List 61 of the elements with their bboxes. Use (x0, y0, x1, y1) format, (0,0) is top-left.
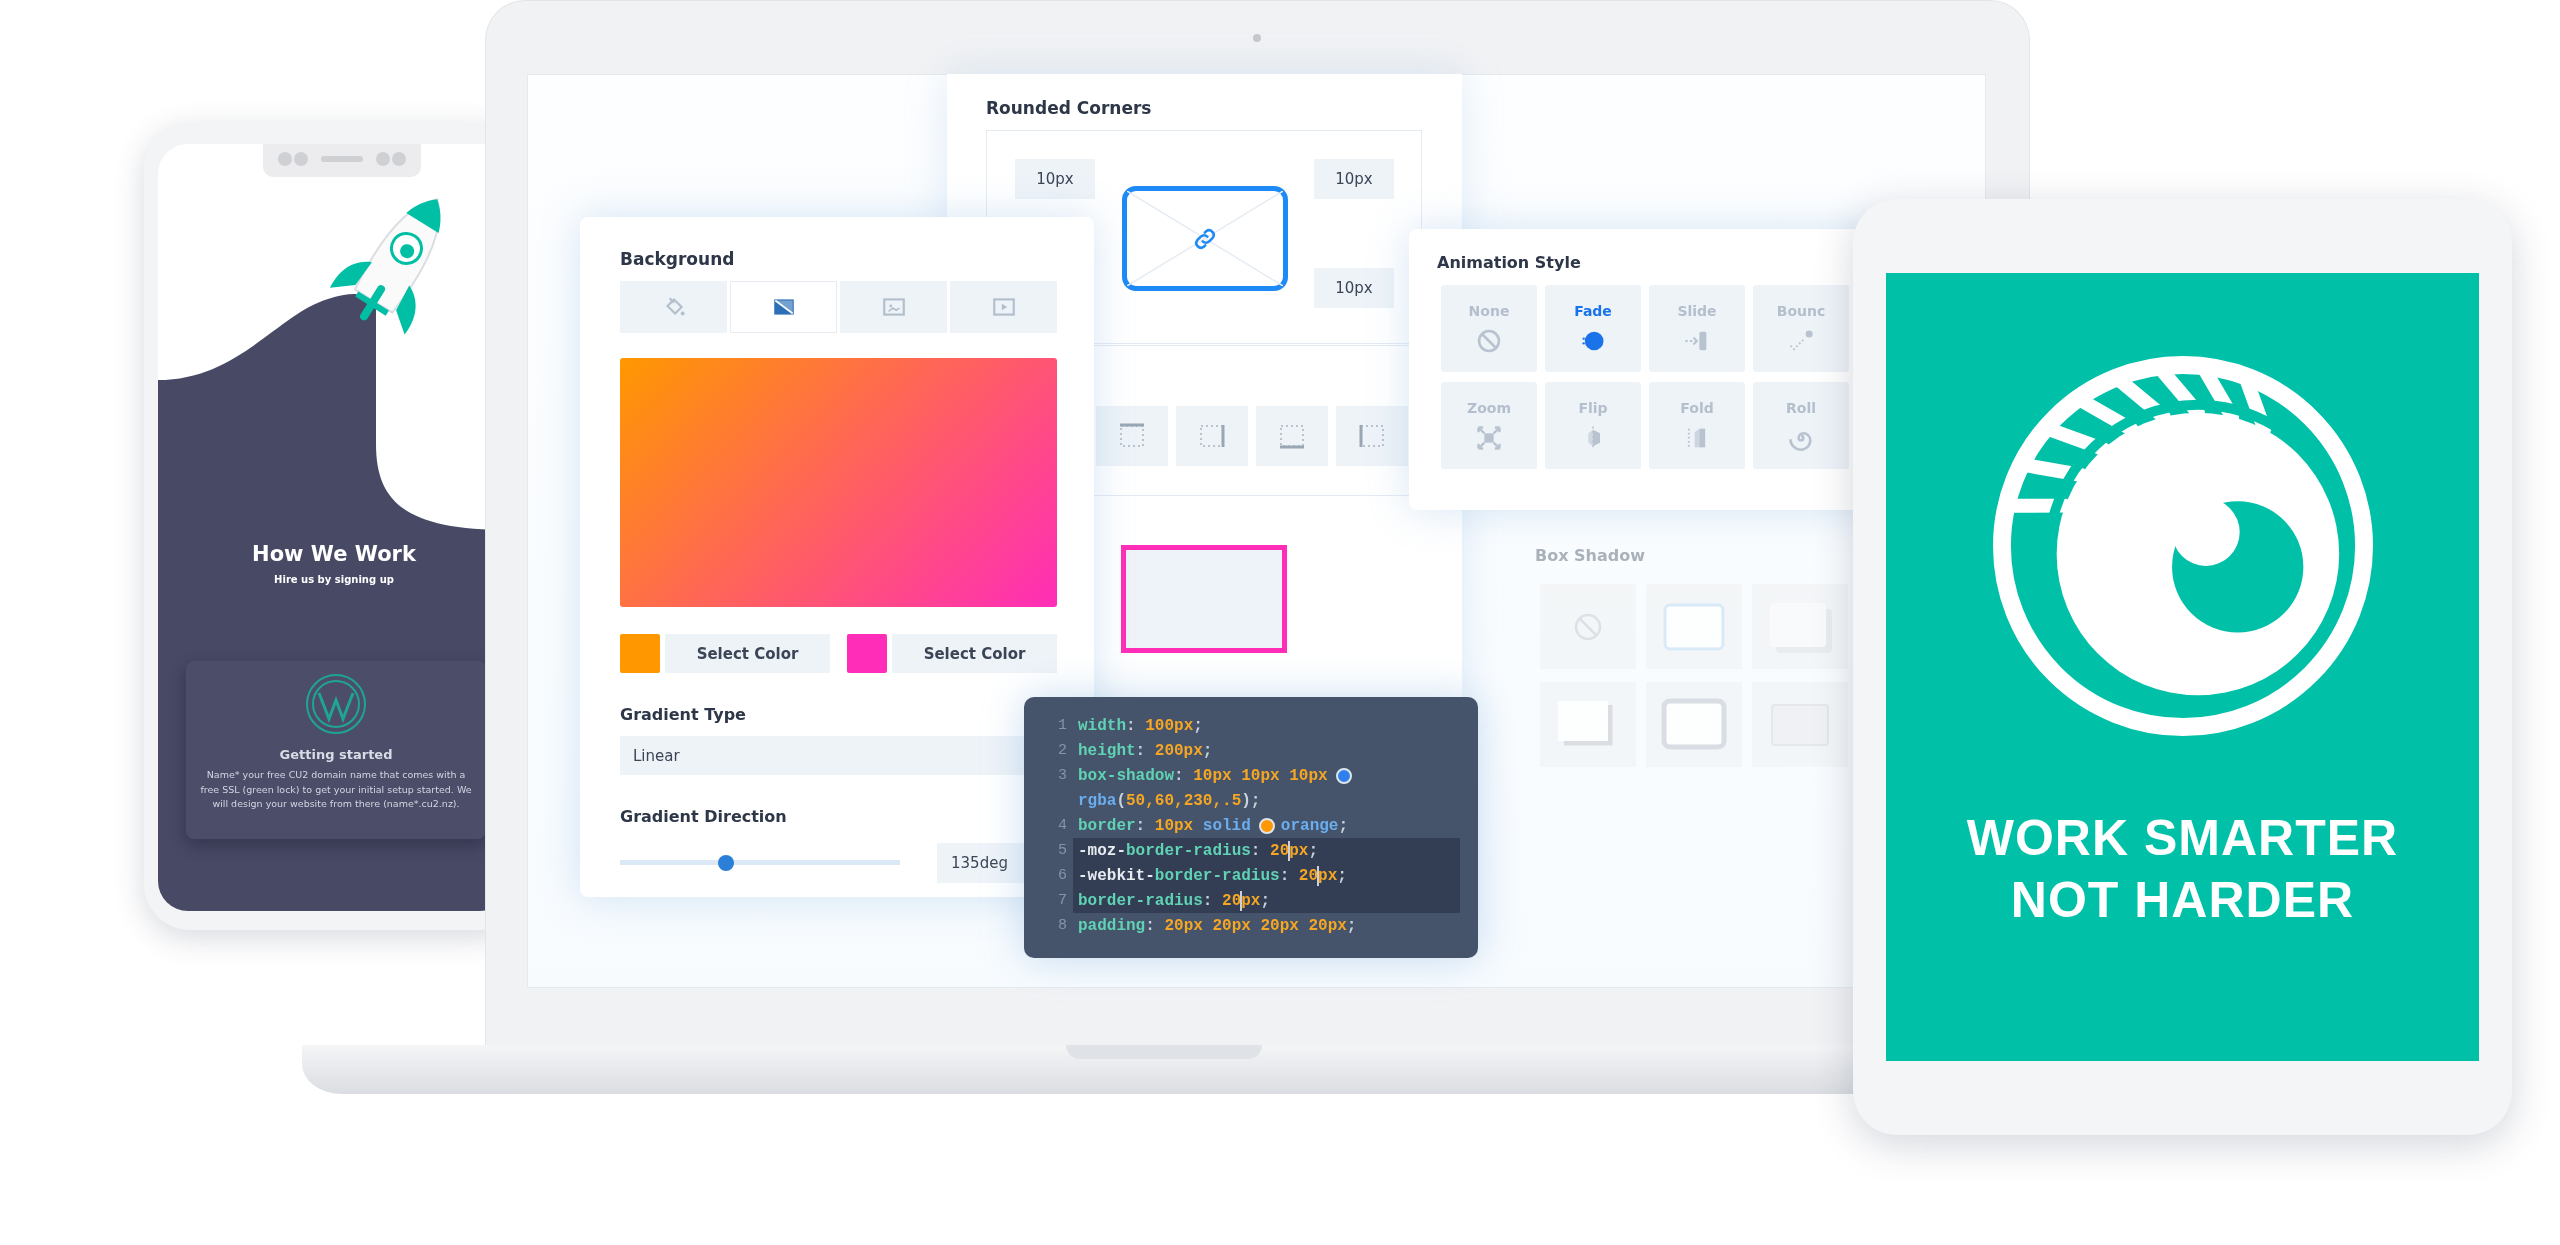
line-number: 2 (1057, 742, 1067, 759)
border-side-icon (1358, 422, 1386, 450)
select-color-button[interactable]: Select Color (892, 634, 1057, 673)
animation-option[interactable]: Fade (1545, 285, 1641, 372)
select-color-button[interactable]: Select Color (665, 634, 830, 673)
border-side-icon (1198, 422, 1226, 450)
line-number: 6 (1057, 867, 1067, 884)
border-side-button[interactable] (1096, 406, 1168, 466)
border-side-icon (1278, 422, 1306, 450)
code-text: -moz-border-radius: 20px; (1078, 840, 1319, 861)
circle-logo-icon (305, 673, 367, 735)
code-text: height: 200px; (1078, 741, 1213, 760)
expand-icon (1475, 423, 1503, 452)
line-number: 1 (1057, 717, 1067, 734)
line-number: 5 (1057, 842, 1067, 859)
card-title: Getting started (279, 747, 393, 762)
slider-thumb[interactable] (718, 855, 735, 871)
field-label: Gradient Type (620, 705, 747, 724)
angle-input[interactable]: 135deg (937, 843, 1025, 883)
gradient-type-select[interactable]: Linear (620, 736, 1024, 775)
line-number: 4 (1057, 817, 1067, 834)
border-side-button[interactable] (1176, 406, 1248, 466)
background-tab[interactable] (730, 281, 837, 333)
section-subheading: Hire us by signing up (274, 574, 394, 585)
card-text: Name* your free CU2 domain name that comes with a free SSL (green lock) to get your initial setup started. We will design your website from there (name*.cu2.nz). (200, 768, 472, 812)
code-text: -webkit-border-radius: 20px; (1078, 865, 1347, 886)
border-side-button[interactable] (1256, 406, 1328, 466)
shadow-option[interactable] (1540, 584, 1636, 669)
shadow-option[interactable] (1646, 584, 1742, 669)
shadow-option[interactable] (1752, 682, 1848, 767)
shadow-option[interactable] (1646, 682, 1742, 767)
line-number: 3 (1057, 767, 1067, 784)
code-text: width: 100px; (1078, 716, 1203, 735)
shadow-option[interactable] (1540, 682, 1636, 767)
border-side-button[interactable] (1336, 406, 1408, 466)
code-text: orange; (1280, 816, 1349, 835)
shadow-option[interactable] (1752, 584, 1848, 669)
headline: WORK SMARTER NOT HARDER (1965, 809, 2400, 930)
panel-title: Animation Style (1437, 253, 1582, 272)
color-swatch[interactable] (620, 634, 660, 673)
section-title: Box Shadow (1535, 546, 1646, 565)
radius-input[interactable]: 10px (1314, 159, 1394, 199)
line-number: 8 (1057, 917, 1067, 934)
border-side-icon (1118, 422, 1146, 450)
radius-input[interactable]: 10px (1314, 267, 1394, 308)
section-heading: How We Work (252, 542, 416, 566)
panel-title: Background (620, 249, 736, 269)
code-text: border: 10px solid (1078, 816, 1251, 835)
code-text: rgba(50,60,230,.5); (1078, 791, 1261, 810)
line-number: 7 (1057, 892, 1067, 909)
speaker-icon (277, 150, 407, 167)
code-text: padding: 20px 20px 20px 20px; (1078, 916, 1357, 935)
color-swatch[interactable] (847, 634, 887, 673)
camera-icon (1251, 32, 1262, 43)
code-text: border-radius: 20px; (1078, 890, 1271, 911)
panel-title: Rounded Corners (986, 98, 1153, 118)
background-tab[interactable] (950, 281, 1057, 333)
code-text: box-shadow: 10px 10px 10px (1078, 766, 1328, 785)
background-tab[interactable] (840, 281, 947, 333)
field-label: Gradient Direction (620, 807, 788, 826)
radius-input[interactable]: 10px (1015, 159, 1095, 199)
